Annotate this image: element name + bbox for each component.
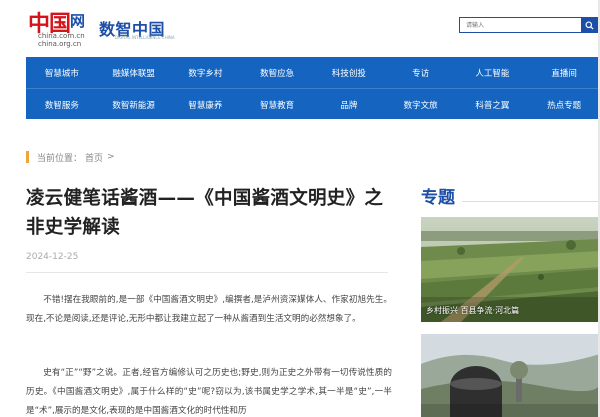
article-paragraph: 史有“正”“野”之说。正者,经官方编修认可之历史也;野史,则为正史之外带有一切传… bbox=[26, 368, 392, 416]
nav-item[interactable]: 数智新能源 bbox=[98, 89, 170, 120]
nav-item[interactable]: 人工智能 bbox=[457, 57, 529, 88]
breadcrumb: 当前位置： 首页 > bbox=[26, 150, 115, 164]
topic-card[interactable] bbox=[421, 334, 600, 417]
article-title: 凌云健笔话酱酒——《中国酱酒文明史》之非史学解读 bbox=[26, 188, 384, 238]
china-com-cn-logo[interactable]: 中国 网 china.com.cn china.org.cn bbox=[28, 6, 92, 48]
search-input[interactable] bbox=[460, 18, 581, 32]
topic-card[interactable]: 乡村振兴 百县争流·河北篇 bbox=[421, 217, 600, 322]
search-box bbox=[459, 17, 599, 33]
search-icon bbox=[585, 20, 594, 30]
topic-card-caption: 乡村振兴 百县争流·河北篇 bbox=[426, 306, 520, 315]
side-section-title: 专题 bbox=[421, 188, 455, 208]
nav-item[interactable]: 专访 bbox=[385, 57, 457, 88]
breadcrumb-home-link[interactable]: 首页 bbox=[85, 151, 103, 164]
logo-url-line1: china.com.cn bbox=[38, 32, 85, 40]
article-paragraph: 不错!摆在我眼前的,是一部《中国酱酒文明史》,编撰者,是泸州资深媒体人、作家初旭… bbox=[26, 295, 392, 324]
main-nav: 智慧城市 融媒体联盟 数字乡村 数智应急 科技创投 专访 人工智能 直播间 数智… bbox=[26, 57, 600, 119]
search-button[interactable] bbox=[581, 18, 598, 32]
channel-brand-sub: DIGITAL INTELLIGENCE CHINA bbox=[115, 35, 175, 40]
breadcrumb-arrow: > bbox=[107, 152, 115, 162]
nav-item[interactable]: 智慧城市 bbox=[26, 57, 98, 88]
topic-card-image bbox=[421, 334, 600, 417]
breadcrumb-label: 当前位置： bbox=[37, 153, 83, 164]
side-title-underline bbox=[462, 201, 600, 202]
article-date: 2024-12-25 bbox=[26, 252, 79, 262]
nav-item[interactable]: 数字乡村 bbox=[170, 57, 242, 88]
nav-item[interactable]: 数智服务 bbox=[26, 89, 98, 120]
nav-item[interactable]: 数智应急 bbox=[241, 57, 313, 88]
breadcrumb-accent-bar bbox=[26, 151, 29, 163]
nav-item[interactable]: 科普之翼 bbox=[457, 89, 529, 120]
nav-row-2: 数智服务 数智新能源 智慧康养 智慧教育 品牌 数字文旅 科普之翼 热点专题 bbox=[26, 88, 600, 119]
nav-item[interactable]: 智慧教育 bbox=[241, 89, 313, 120]
site-header: 中国 网 china.com.cn china.org.cn 数智中国 DIGI… bbox=[0, 0, 600, 52]
nav-row-1: 智慧城市 融媒体联盟 数字乡村 数智应急 科技创投 专访 人工智能 直播间 bbox=[26, 57, 600, 88]
nav-item[interactable]: 融媒体联盟 bbox=[98, 57, 170, 88]
article-divider bbox=[26, 272, 388, 273]
logo-url-line2: china.org.cn bbox=[38, 40, 82, 48]
logo-wang-text: 网 bbox=[70, 12, 86, 30]
nav-item[interactable]: 数字文旅 bbox=[385, 89, 457, 120]
nav-item[interactable]: 品牌 bbox=[313, 89, 385, 120]
nav-item[interactable]: 热点专题 bbox=[528, 89, 600, 120]
nav-item[interactable]: 直播间 bbox=[528, 57, 600, 88]
nav-item[interactable]: 智慧康养 bbox=[170, 89, 242, 120]
nav-item[interactable]: 科技创投 bbox=[313, 57, 385, 88]
